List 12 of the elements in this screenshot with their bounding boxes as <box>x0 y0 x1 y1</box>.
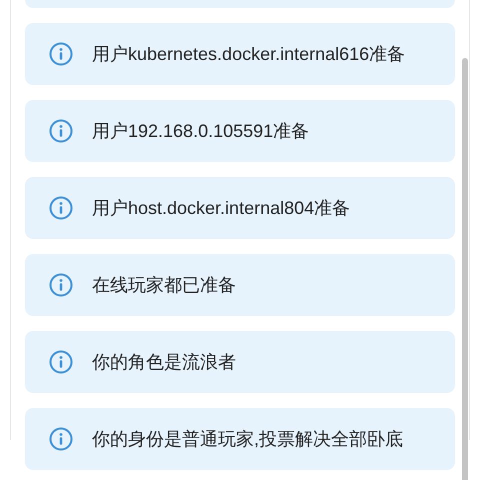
alert-message: 用户192.168.0.105591准备 <box>92 120 310 143</box>
info-icon <box>49 196 73 220</box>
info-icon <box>49 350 73 374</box>
alert-message: 你的角色是流浪者 <box>92 351 237 374</box>
info-icon <box>49 119 73 143</box>
alert-message: 用户kubernetes.docker.internal616准备 <box>92 43 406 66</box>
info-icon <box>49 42 73 66</box>
info-icon <box>49 427 73 451</box>
alert-message: 用户host.docker.internal804准备 <box>92 197 352 220</box>
info-icon <box>49 273 73 297</box>
alert-message: 你的身份是普通玩家,投票解决全部卧底 <box>92 428 404 451</box>
alert-message: 在线玩家都已准备 <box>92 274 237 297</box>
